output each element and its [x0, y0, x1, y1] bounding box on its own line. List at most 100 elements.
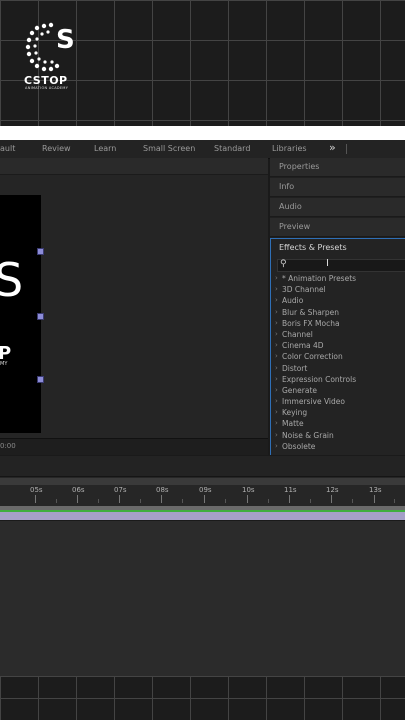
- panel-tab-label: Audio: [279, 202, 302, 211]
- effects-category-distort[interactable]: › Distort: [275, 364, 405, 375]
- effects-presets-panel: Effects & Presets ⚲ I › * Animation Prese…: [270, 238, 405, 455]
- ruler-minor-tick: [98, 499, 99, 503]
- double-chevron-right-icon[interactable]: »: [329, 141, 336, 154]
- panel-tab-label: Properties: [279, 162, 320, 171]
- time-ruler[interactable]: 05s 06s 07s 08s 09s 10s 11s 12s 13s: [0, 485, 405, 505]
- chevron-right-icon[interactable]: ›: [275, 319, 278, 327]
- effects-category-animation-presets[interactable]: › * Animation Presets: [275, 274, 405, 285]
- ruler-label-13s: 13s: [369, 486, 382, 494]
- chevron-right-icon[interactable]: ›: [275, 431, 278, 439]
- transform-handle-middle[interactable]: [37, 313, 44, 320]
- list-item-label: Keying: [282, 408, 308, 418]
- list-item-label: Blur & Sharpen: [282, 307, 340, 317]
- effects-category-obsolete[interactable]: › Obsolete: [275, 442, 405, 453]
- timeline-track-area[interactable]: [0, 520, 405, 677]
- effects-presets-title[interactable]: Effects & Presets: [279, 243, 347, 252]
- effects-category-noise-grain[interactable]: › Noise & Grain: [275, 431, 405, 442]
- composition-footer: 0:00: [0, 438, 268, 455]
- logo-subtitle: ANIMATION ACADEMY: [25, 86, 69, 90]
- ruler-label-06s: 06s: [72, 486, 85, 494]
- workspace-tab-review[interactable]: Review: [42, 144, 71, 153]
- composition-canvas[interactable]: S P MY: [0, 195, 41, 433]
- effects-category-generate[interactable]: › Generate: [275, 386, 405, 397]
- chevron-right-icon[interactable]: ›: [275, 442, 278, 450]
- ruler-label-11s: 11s: [284, 486, 297, 494]
- ruler-tick: [289, 495, 290, 503]
- chevron-right-icon[interactable]: ›: [275, 364, 278, 372]
- list-item-label: Obsolete: [282, 441, 316, 451]
- list-item-label: Noise & Grain: [282, 430, 334, 440]
- text-cursor-icon: I: [326, 258, 329, 269]
- ruler-minor-tick: [310, 499, 311, 503]
- workspace-tab-standard[interactable]: Standard: [214, 144, 250, 153]
- chevron-right-icon[interactable]: ›: [275, 419, 278, 427]
- ruler-tick: [331, 495, 332, 503]
- list-item-label: Audio: [282, 296, 304, 306]
- ruler-label-07s: 07s: [114, 486, 127, 494]
- panel-tab-audio[interactable]: Audio: [270, 198, 405, 217]
- ruler-label-12s: 12s: [326, 486, 339, 494]
- effects-search-input[interactable]: ⚲ I: [277, 258, 405, 272]
- list-item-label: Boris FX Mocha: [282, 318, 340, 328]
- workspace-tab-learn[interactable]: Learn: [94, 144, 116, 153]
- workspace-tab-small-screen[interactable]: Small Screen: [143, 144, 195, 153]
- chevron-right-icon[interactable]: ›: [275, 296, 278, 304]
- effects-category-expression-controls[interactable]: › Expression Controls: [275, 375, 405, 386]
- composition-panel-header: [0, 158, 268, 175]
- ruler-tick: [161, 495, 162, 503]
- list-item-label: Cinema 4D: [282, 341, 324, 351]
- chevron-right-icon[interactable]: ›: [275, 386, 278, 394]
- chevron-right-icon[interactable]: ›: [275, 285, 278, 293]
- chevron-right-icon[interactable]: ›: [275, 375, 278, 383]
- effects-category-3d-channel[interactable]: › 3D Channel: [275, 285, 405, 296]
- ruler-minor-tick: [268, 499, 269, 503]
- chevron-right-icon[interactable]: ›: [275, 274, 278, 282]
- background-grid-bottom: [0, 676, 405, 720]
- effects-category-audio[interactable]: › Audio: [275, 296, 405, 307]
- list-item-label: Expression Controls: [282, 374, 357, 384]
- ruler-tick: [77, 495, 78, 503]
- current-timecode[interactable]: 0:00: [0, 442, 16, 450]
- list-item-label: 3D Channel: [282, 285, 326, 295]
- search-icon[interactable]: ⚲: [280, 259, 287, 269]
- workspace-tab-libraries[interactable]: Libraries: [272, 144, 307, 153]
- ruler-minor-tick: [182, 499, 183, 503]
- panel-tab-preview[interactable]: Preview: [270, 218, 405, 237]
- transform-handle-top[interactable]: [37, 248, 44, 255]
- workspace-bar: ault Review Learn Small Screen Standard …: [0, 140, 405, 159]
- chevron-right-icon[interactable]: ›: [275, 330, 278, 338]
- effects-category-immersive-video[interactable]: › Immersive Video: [275, 397, 405, 408]
- effects-category-cinema-4d[interactable]: › Cinema 4D: [275, 341, 405, 352]
- effects-category-keying[interactable]: › Keying: [275, 408, 405, 419]
- chevron-right-icon[interactable]: ›: [275, 397, 278, 405]
- effects-category-boris-fx-mocha[interactable]: › Boris FX Mocha: [275, 319, 405, 330]
- effects-category-matte[interactable]: › Matte: [275, 419, 405, 430]
- transform-handle-bottom[interactable]: [37, 376, 44, 383]
- layer-duration-bar[interactable]: [0, 512, 405, 520]
- list-item-label: Immersive Video: [282, 397, 345, 407]
- chevron-right-icon[interactable]: ›: [275, 352, 278, 360]
- timeline-navigator[interactable]: [0, 478, 405, 485]
- chevron-right-icon[interactable]: ›: [275, 308, 278, 316]
- canvas-logo-letter: S: [0, 253, 24, 307]
- ruler-tick: [35, 495, 36, 503]
- separator: [346, 144, 347, 154]
- effects-category-color-correction[interactable]: › Color Correction: [275, 352, 405, 363]
- effects-list: › * Animation Presets › 3D Channel › Audio …: [275, 274, 405, 453]
- effects-category-blur-sharpen[interactable]: › Blur & Sharpen: [275, 308, 405, 319]
- ruler-label-05s: 05s: [30, 486, 43, 494]
- ruler-label-10s: 10s: [242, 486, 255, 494]
- workspace-tab-default[interactable]: ault: [0, 144, 15, 153]
- panel-tab-info[interactable]: Info: [270, 178, 405, 197]
- panel-tab-properties[interactable]: Properties: [270, 158, 405, 177]
- canvas-logo-subtext: MY: [0, 361, 8, 367]
- chevron-right-icon[interactable]: ›: [275, 408, 278, 416]
- composition-panel: S P MY 0:00: [0, 158, 268, 455]
- chevron-right-icon[interactable]: ›: [275, 341, 278, 349]
- list-item-label: Matte: [282, 419, 304, 429]
- ruler-minor-tick: [140, 499, 141, 503]
- effects-category-channel[interactable]: › Channel: [275, 330, 405, 341]
- list-item-label: Distort: [282, 363, 308, 373]
- list-item-label: Channel: [282, 329, 313, 339]
- ruler-tick: [247, 495, 248, 503]
